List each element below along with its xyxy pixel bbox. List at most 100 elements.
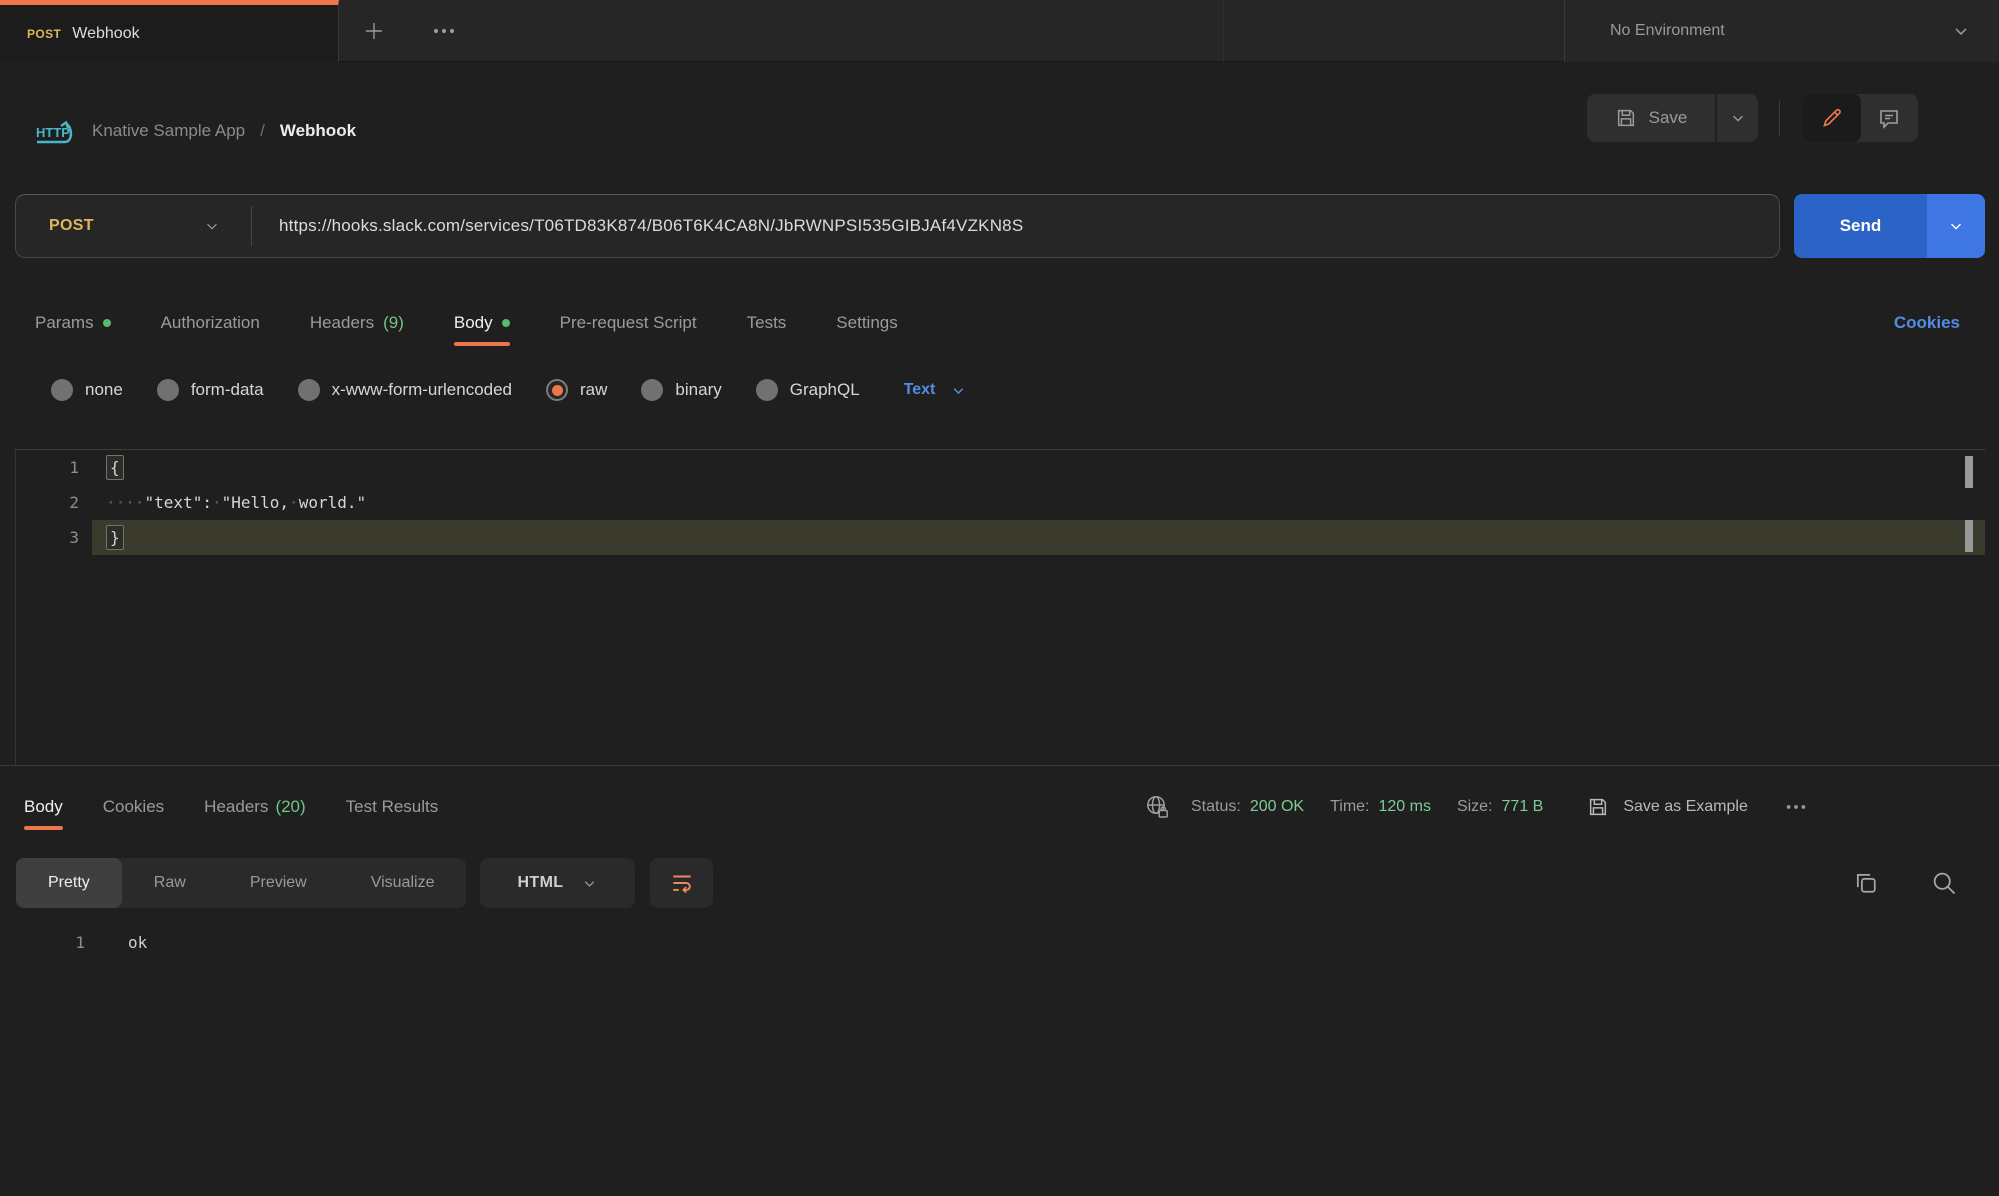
breadcrumb-request-name[interactable]: Webhook: [280, 121, 356, 141]
send-options-button[interactable]: [1927, 194, 1985, 258]
search-button[interactable]: [1930, 869, 1958, 897]
code-token: "text":: [145, 493, 212, 512]
response-view-switcher: Pretty Raw Preview Visualize: [16, 858, 466, 908]
body-type-options: none form-data x-www-form-urlencoded raw…: [51, 368, 967, 412]
body-type-raw[interactable]: raw: [546, 379, 607, 401]
line-number: 2: [16, 493, 79, 512]
body-type-urlencoded[interactable]: x-www-form-urlencoded: [298, 379, 512, 401]
save-button-group: Save: [1587, 94, 1758, 142]
tab-settings-label: Settings: [836, 313, 897, 333]
active-request-tab[interactable]: POST Webhook: [0, 0, 339, 62]
copy-button[interactable]: [1852, 869, 1880, 897]
overview-ruler-mark: [1965, 520, 1973, 552]
tab-tests-label: Tests: [747, 313, 787, 333]
send-button[interactable]: Send: [1794, 194, 1927, 258]
response-tab-test-results[interactable]: Test Results: [346, 784, 439, 830]
time-value[interactable]: 120 ms: [1378, 798, 1430, 816]
tab-params[interactable]: Params: [35, 300, 111, 346]
view-raw-button[interactable]: Raw: [122, 858, 218, 908]
time-label: Time:: [1330, 798, 1369, 816]
response-tab-cookies[interactable]: Cookies: [103, 784, 164, 830]
tab-authorization[interactable]: Authorization: [161, 300, 260, 346]
radio-selected-icon: [546, 379, 568, 401]
code-text: {: [79, 458, 124, 477]
chevron-down-icon: [1729, 109, 1747, 127]
wrap-lines-button[interactable]: [650, 858, 713, 908]
method-dropdown[interactable]: POST: [16, 217, 251, 235]
tab-params-label: Params: [35, 313, 94, 333]
response-options-button[interactable]: [1784, 795, 1808, 819]
line-number: 3: [16, 528, 79, 547]
radio-unselected-icon: [157, 379, 179, 401]
comment-icon: [1877, 106, 1901, 130]
size-value[interactable]: 771 B: [1502, 798, 1544, 816]
code-text: ····"text":·"Hello,·world.": [79, 493, 366, 512]
tab-pre-request-script[interactable]: Pre-request Script: [560, 300, 697, 346]
request-response-divider: [0, 765, 1999, 766]
editor-line-current: 3 }: [16, 520, 1985, 555]
body-active-dot: [502, 319, 510, 327]
chevron-down-icon: [1951, 21, 1971, 41]
view-visualize-button[interactable]: Visualize: [339, 858, 467, 908]
tab-body-label: Body: [454, 313, 493, 333]
view-preview-button[interactable]: Preview: [218, 858, 339, 908]
save-button[interactable]: Save: [1587, 94, 1715, 142]
view-pretty-button[interactable]: Pretty: [16, 858, 122, 908]
cookies-link[interactable]: Cookies: [1894, 300, 1960, 346]
line-number: 1: [15, 933, 85, 952]
url-input[interactable]: https://hooks.slack.com/services/T06TD83…: [252, 216, 1023, 236]
bracket-match: }: [106, 525, 124, 550]
body-type-urlencoded-label: x-www-form-urlencoded: [332, 380, 512, 400]
whitespace-dot: ·: [289, 493, 299, 512]
comments-button[interactable]: [1861, 94, 1919, 142]
tab-settings[interactable]: Settings: [836, 300, 897, 346]
tab-body[interactable]: Body: [454, 300, 510, 346]
tab-headers-label: Headers: [310, 313, 374, 333]
header-divider: [1779, 100, 1780, 136]
editor-line: 1 {: [16, 450, 1985, 485]
save-as-example-button[interactable]: Save as Example: [1587, 796, 1748, 818]
new-tab-button[interactable]: [352, 0, 396, 62]
response-format-label: HTML: [517, 874, 563, 892]
request-tabs: Params Authorization Headers (9) Body Pr…: [35, 300, 898, 346]
body-type-graphql[interactable]: GraphQL: [756, 379, 860, 401]
raw-format-label: Text: [904, 381, 936, 399]
bracket-match: {: [106, 455, 124, 480]
body-type-none[interactable]: none: [51, 379, 123, 401]
body-type-binary-label: binary: [675, 380, 721, 400]
request-side-toggle-group: [1803, 94, 1918, 142]
body-type-binary[interactable]: binary: [641, 379, 721, 401]
response-tab-body[interactable]: Body: [24, 784, 63, 830]
response-tab-body-label: Body: [24, 797, 63, 817]
environment-selector[interactable]: No Environment: [1564, 0, 1999, 62]
tab-options-button[interactable]: [422, 0, 466, 62]
chevron-down-icon: [1947, 217, 1965, 235]
tab-tests[interactable]: Tests: [747, 300, 787, 346]
body-type-graphql-label: GraphQL: [790, 380, 860, 400]
send-button-group: Send: [1794, 194, 1985, 258]
edit-request-button[interactable]: [1803, 94, 1861, 142]
code-text: }: [79, 528, 124, 547]
method-label: POST: [16, 217, 94, 235]
raw-format-dropdown[interactable]: Text: [904, 381, 968, 399]
response-tab-headers[interactable]: Headers (20): [204, 784, 306, 830]
response-tab-cookies-label: Cookies: [103, 797, 164, 817]
network-globe-lock-icon[interactable]: [1143, 793, 1171, 821]
tab-headers[interactable]: Headers (9): [310, 300, 404, 346]
chevron-down-icon: [950, 382, 967, 399]
body-type-none-label: none: [85, 380, 123, 400]
code-token: "Hello,: [222, 493, 289, 512]
response-meta-bar: Status: 200 OK Time: 120 ms Size: 771 B …: [1143, 784, 1808, 830]
response-body-text[interactable]: ok: [85, 933, 147, 952]
request-body-editor[interactable]: 1 { 2 ····"text":·"Hello,·world." 3 }: [15, 449, 1985, 765]
line-number: 1: [16, 458, 79, 477]
response-headers-count-badge: (20): [275, 797, 305, 817]
breadcrumb-collection[interactable]: Knative Sample App: [92, 121, 245, 141]
body-type-raw-label: raw: [580, 380, 607, 400]
body-type-form-data[interactable]: form-data: [157, 379, 264, 401]
postman-window: POST Webhook No Environment HTTP Knative…: [0, 0, 1999, 1196]
save-options-button[interactable]: [1717, 94, 1758, 142]
more-horizontal-icon: [1784, 795, 1808, 819]
status-value[interactable]: 200 OK: [1250, 798, 1304, 816]
response-format-dropdown[interactable]: HTML: [480, 858, 635, 908]
